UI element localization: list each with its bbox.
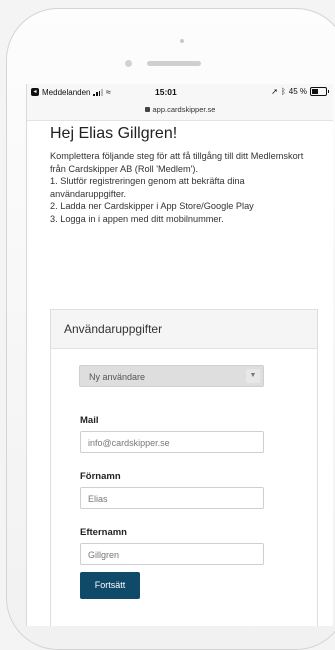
intro-line: Komplettera följande steg för att få til…: [50, 151, 304, 174]
lastname-label: Efternamn: [80, 527, 127, 538]
front-camera: [125, 60, 132, 67]
proximity-sensor: [180, 39, 184, 43]
clock: 15:01: [155, 87, 177, 97]
status-indicators: ➚ ᛒ 45 %: [271, 87, 329, 96]
intro-text: Komplettera följande steg för att få til…: [50, 150, 315, 226]
user-select-value: Ny användare: [89, 372, 146, 382]
messages-app-icon: ◂: [31, 88, 39, 96]
lock-icon: [144, 107, 150, 112]
back-to-app[interactable]: ◂ Meddelanden ≈: [31, 87, 111, 97]
page-content: Hej Elias Gillgren! Komplettera följande…: [50, 124, 315, 226]
address-bar[interactable]: app.cardskipper.se: [27, 105, 333, 114]
mail-field[interactable]: info@cardskipper.se: [80, 431, 264, 453]
intro-step-1: 1. Slutför registreringen genom att bekr…: [50, 176, 245, 199]
page-title: Hej Elias Gillgren!: [50, 125, 178, 142]
firstname-label: Förnamn: [80, 471, 121, 482]
earpiece-speaker: [147, 61, 201, 66]
user-select[interactable]: Ny användare ▼: [79, 365, 264, 387]
lastname-field[interactable]: Gillgren: [80, 543, 264, 565]
url-text: app.cardskipper.se: [152, 105, 216, 114]
panel-title: Användaruppgifter: [51, 310, 317, 349]
phone-screen: ◂ Meddelanden ≈ 15:01 ➚ ᛒ 45 % app.cards…: [26, 84, 333, 626]
back-app-label: Meddelanden: [42, 87, 91, 97]
continue-button[interactable]: Fortsätt: [80, 572, 140, 599]
intro-step-3: 3. Logga in i appen med ditt mobilnummer…: [50, 213, 224, 224]
status-bar: ◂ Meddelanden ≈ 15:01 ➚ ᛒ 45 % app.cards…: [27, 84, 333, 121]
firstname-field[interactable]: Elias: [80, 487, 264, 509]
signal-icon: [93, 89, 103, 96]
chevron-down-icon: ▼: [246, 369, 260, 383]
location-arrow-icon: ➚: [271, 87, 278, 96]
mail-label: Mail: [80, 415, 99, 426]
battery-percent: 45 %: [288, 87, 307, 96]
user-details-panel: Användaruppgifter Ny användare ▼ Mail in…: [50, 309, 318, 626]
wifi-icon: ≈: [105, 87, 111, 97]
battery-icon: [310, 87, 329, 96]
bluetooth-icon: ᛒ: [280, 87, 286, 96]
intro-step-2: 2. Ladda ner Cardskipper i App Store/Goo…: [50, 201, 254, 212]
